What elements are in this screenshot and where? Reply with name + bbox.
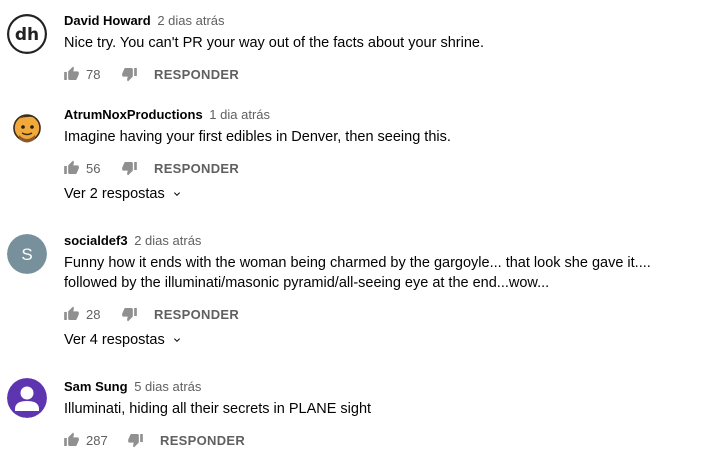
like-button[interactable]	[62, 305, 80, 323]
avatar[interactable]	[7, 108, 47, 148]
comment-text: Nice try. You can't PR your way out of t…	[64, 35, 484, 51]
comment-author[interactable]: socialdef3	[64, 233, 128, 248]
comment-body: David Howard 2 dias atrás Nice try. You …	[64, 12, 693, 53]
comment-text: Illuminati, hiding all their secrets in …	[64, 401, 372, 417]
comment-body: AtrumNoxProductions 1 dia atrás Imagine …	[64, 106, 693, 147]
comment-header: David Howard 2 dias atrás	[64, 12, 693, 30]
comment-actions: 28 RESPONDER	[62, 302, 239, 326]
avatar-letter: S	[21, 245, 32, 264]
comment-body: Sam Sung 5 dias atrás Illuminati, hiding…	[64, 378, 693, 419]
comment-body: socialdef3 2 dias atrás Funny how it end…	[64, 232, 693, 293]
comment-time[interactable]: 2 dias atrás	[134, 233, 201, 248]
like-button[interactable]	[62, 65, 80, 83]
avatar[interactable]: S	[7, 234, 47, 274]
comment-header: socialdef3 2 dias atrás	[64, 232, 693, 250]
like-count: 56	[86, 160, 101, 176]
dislike-button[interactable]	[120, 305, 138, 323]
comment-actions: 78 RESPONDER	[62, 62, 239, 86]
comment-time[interactable]: 2 dias atrás	[157, 13, 224, 28]
comment-author[interactable]: David Howard	[64, 13, 151, 28]
like-button[interactable]	[62, 159, 80, 177]
comment-author[interactable]: Sam Sung	[64, 379, 128, 394]
view-replies-label: Ver 2 respostas	[64, 186, 165, 202]
chevron-down-icon	[171, 188, 183, 200]
dislike-button[interactable]	[120, 65, 138, 83]
thumb-up-icon	[63, 306, 79, 320]
like-button[interactable]	[62, 431, 80, 449]
comment-text: Imagine having your first edibles in Den…	[64, 129, 451, 145]
view-replies-button[interactable]: Ver 4 respostas	[64, 332, 183, 348]
dislike-button[interactable]	[126, 431, 144, 449]
thumb-up-icon	[63, 432, 79, 446]
chevron-down-icon	[171, 334, 183, 346]
avatar[interactable]	[7, 378, 47, 418]
comment-actions: 287 RESPONDER	[62, 428, 245, 452]
reply-button[interactable]: RESPONDER	[160, 433, 245, 448]
comment-header: Sam Sung 5 dias atrás	[64, 378, 693, 396]
thumb-up-icon	[63, 66, 79, 80]
thumb-down-icon	[121, 308, 137, 322]
like-count: 78	[86, 66, 101, 82]
thumb-down-icon	[121, 68, 137, 82]
avatar[interactable]: dh	[7, 14, 47, 54]
view-replies-label: Ver 4 respostas	[64, 332, 165, 348]
comment-header: AtrumNoxProductions 1 dia atrás	[64, 106, 693, 124]
reply-button[interactable]: RESPONDER	[154, 67, 239, 82]
comment-text: Funny how it ends with the woman being c…	[64, 255, 651, 291]
comment-author[interactable]: AtrumNoxProductions	[64, 107, 203, 122]
thumb-down-icon	[121, 162, 137, 176]
comment-actions: 56 RESPONDER	[62, 156, 239, 180]
comment-time[interactable]: 5 dias atrás	[134, 379, 201, 394]
dislike-button[interactable]	[120, 159, 138, 177]
avatar-logo-text: dh	[15, 25, 39, 45]
comment-time[interactable]: 1 dia atrás	[209, 107, 270, 122]
view-replies-button[interactable]: Ver 2 respostas	[64, 186, 183, 202]
thumb-up-icon	[63, 160, 79, 174]
reply-button[interactable]: RESPONDER	[154, 307, 239, 322]
like-count: 28	[86, 306, 101, 322]
reply-button[interactable]: RESPONDER	[154, 161, 239, 176]
like-count: 287	[86, 432, 108, 448]
thumb-down-icon	[127, 434, 143, 448]
